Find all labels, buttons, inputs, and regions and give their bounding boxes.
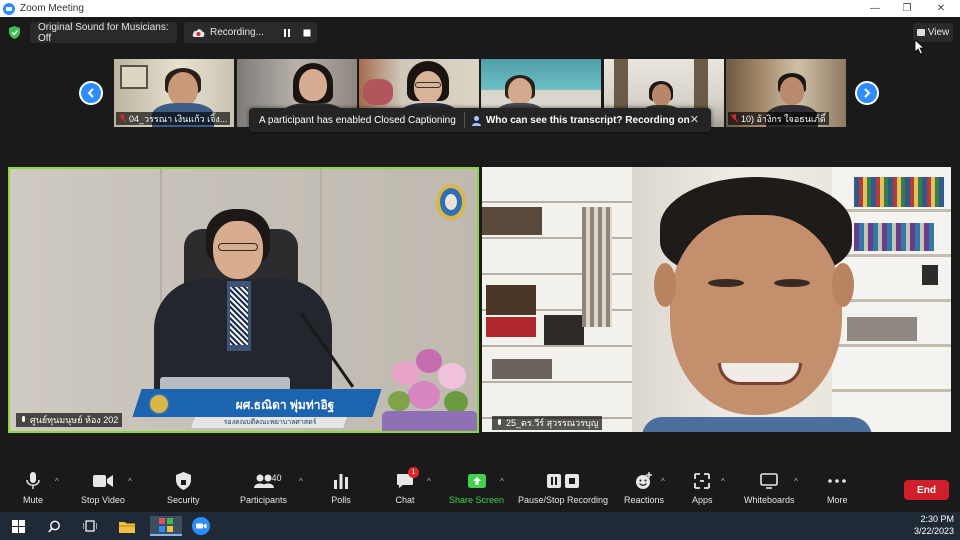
university-emblem-icon xyxy=(436,184,466,220)
participant-thumbnail[interactable]: 04_วรรณา เงินแก้ว เจิ้ง... xyxy=(114,59,234,127)
window-title: Zoom Meeting xyxy=(20,3,84,14)
reactions-options-chevron-icon[interactable]: ^ xyxy=(661,477,665,486)
thumbnail-name-label: 04_วรรณา เงินแก้ว เจิ้ง... xyxy=(116,112,231,125)
reactions-button[interactable]: Reactions xyxy=(624,471,664,509)
mouse-cursor-icon xyxy=(914,39,926,55)
whiteboards-button[interactable]: Whiteboards xyxy=(744,471,795,509)
meeting-controls-toolbar: Mute ^ Stop Video ^ Security 40 Particip… xyxy=(0,465,960,512)
security-button[interactable]: Security xyxy=(167,471,200,509)
zoom-logo-icon xyxy=(192,517,210,535)
recording-indicator: Recording... xyxy=(184,22,317,43)
title-bar: Zoom Meeting — ❐ ✕ xyxy=(0,0,960,17)
chevron-right-icon xyxy=(864,88,871,98)
chat-unread-badge: 1 xyxy=(408,467,419,478)
system-clock[interactable]: 2:30 PM 3/22/2023 xyxy=(914,513,954,537)
clock-time: 2:30 PM xyxy=(920,514,954,524)
share-screen-button[interactable]: Share Screen xyxy=(449,471,504,509)
pause-stop-recording-icon xyxy=(547,474,580,488)
participants-button[interactable]: 40 Participants xyxy=(240,471,287,509)
whiteboard-icon xyxy=(760,473,779,489)
previous-page-button[interactable] xyxy=(79,81,103,105)
speaker-name-text: ผศ.ธณิดา พุ่มท่าอิฐ xyxy=(235,398,335,412)
app-tiles-icon xyxy=(159,518,173,532)
zoom-window: Zoom Meeting — ❐ ✕ Original Sound for Mu… xyxy=(0,0,960,540)
zoom-app-icon xyxy=(3,2,15,15)
stop-video-button[interactable]: Stop Video xyxy=(81,471,125,509)
restore-button[interactable]: ❐ xyxy=(890,0,924,17)
polls-chart-icon xyxy=(334,474,348,489)
participants-info-icon xyxy=(471,115,481,126)
file-explorer-button[interactable] xyxy=(117,516,137,536)
stop-recording-icon[interactable] xyxy=(302,28,312,38)
more-dots-icon xyxy=(828,479,847,483)
chat-options-chevron-icon[interactable]: ^ xyxy=(427,477,431,486)
share-screen-icon xyxy=(467,474,486,488)
cc-message: A participant has enabled Closed Caption… xyxy=(259,114,456,126)
participants-icon xyxy=(253,474,274,488)
mic-icon xyxy=(498,418,501,425)
meeting-top-bar: Original Sound for Musicians: Off Record… xyxy=(0,17,960,49)
banner-emblem-icon xyxy=(148,393,170,415)
thumbnail-name-label: 10) อ้างิกร ใจอธนเภ์ดิ์ xyxy=(728,112,829,125)
clock-date: 3/22/2023 xyxy=(913,526,954,536)
closed-captioning-notification: A participant has enabled Closed Caption… xyxy=(249,108,711,132)
pause-recording-icon[interactable] xyxy=(282,28,292,38)
original-sound-label: Original Sound for Musicians: Off xyxy=(38,21,169,44)
next-page-button[interactable] xyxy=(855,81,879,105)
apps-icon xyxy=(694,473,711,489)
start-button[interactable] xyxy=(8,516,28,536)
polls-button[interactable]: Polls xyxy=(331,471,351,509)
task-view-icon xyxy=(83,520,97,532)
left-tile-name-label: ศูนย์ทุนมนุษย์ ห้อง 202 xyxy=(16,413,123,427)
active-speaker-video[interactable]: ผศ.ธณิดา พุ่มท่าอิฐ รองคณบดีคณะพยาบาลศาส… xyxy=(8,167,479,433)
security-shield-icon xyxy=(175,472,191,490)
folder-icon xyxy=(119,521,135,533)
pause-stop-recording-button[interactable]: Pause/Stop Recording xyxy=(518,471,608,509)
search-icon xyxy=(47,520,60,533)
recording-label: Recording... xyxy=(210,27,264,38)
task-view-button[interactable] xyxy=(80,516,100,536)
chevron-left-icon xyxy=(87,88,94,98)
close-window-button[interactable]: ✕ xyxy=(924,0,958,17)
chat-button[interactable]: 1 Chat xyxy=(395,467,419,509)
end-meeting-button[interactable]: End xyxy=(904,480,949,500)
minimize-button[interactable]: — xyxy=(858,0,892,17)
more-button[interactable]: More xyxy=(827,471,848,509)
apps-button[interactable]: Apps xyxy=(692,471,713,509)
muted-mic-icon xyxy=(119,114,126,123)
reactions-smiley-icon xyxy=(636,472,653,489)
speaker-subtitle-text: รองคณบดีคณะพยาบาลศาสตร์ xyxy=(223,419,317,426)
windows-logo-icon xyxy=(11,519,25,533)
mute-button[interactable]: Mute xyxy=(23,471,43,509)
participants-options-chevron-icon[interactable]: ^ xyxy=(299,477,303,486)
zoom-taskbar-button[interactable] xyxy=(191,516,211,536)
taskbar-app-button[interactable] xyxy=(150,516,182,536)
audio-options-chevron-icon[interactable]: ^ xyxy=(55,477,59,486)
right-tile-name-label: 25_ดร.วีร์ สุวรรณวรบุญ xyxy=(492,416,603,430)
participant-thumbnail[interactable]: 10) อ้างิกร ใจอธนเภ์ดิ์ xyxy=(726,59,846,127)
microphone-icon xyxy=(26,472,40,489)
windows-taskbar: 2:30 PM 3/22/2023 xyxy=(0,512,960,540)
apps-options-chevron-icon[interactable]: ^ xyxy=(721,477,725,486)
mic-icon xyxy=(22,415,25,422)
participant-video[interactable]: 25_ดร.วีร์ สุวรรณวรบุญ xyxy=(482,167,951,432)
toast-divider xyxy=(463,112,465,128)
muted-mic-icon xyxy=(731,114,738,123)
close-toast-button[interactable]: ✕ xyxy=(690,113,699,126)
search-button[interactable] xyxy=(44,516,64,536)
video-camera-icon xyxy=(92,475,113,487)
transcript-visibility-link[interactable]: Who can see this transcript? Recording o… xyxy=(486,115,690,126)
view-label: View xyxy=(927,27,950,38)
share-options-chevron-icon[interactable]: ^ xyxy=(500,477,504,486)
shield-icon[interactable] xyxy=(9,26,20,39)
video-options-chevron-icon[interactable]: ^ xyxy=(128,477,132,486)
participants-count: 40 xyxy=(271,473,282,483)
whiteboards-options-chevron-icon[interactable]: ^ xyxy=(794,477,798,486)
original-sound-toggle[interactable]: Original Sound for Musicians: Off xyxy=(30,21,177,44)
grid-view-icon xyxy=(916,29,925,36)
cloud-recording-icon xyxy=(192,29,205,37)
